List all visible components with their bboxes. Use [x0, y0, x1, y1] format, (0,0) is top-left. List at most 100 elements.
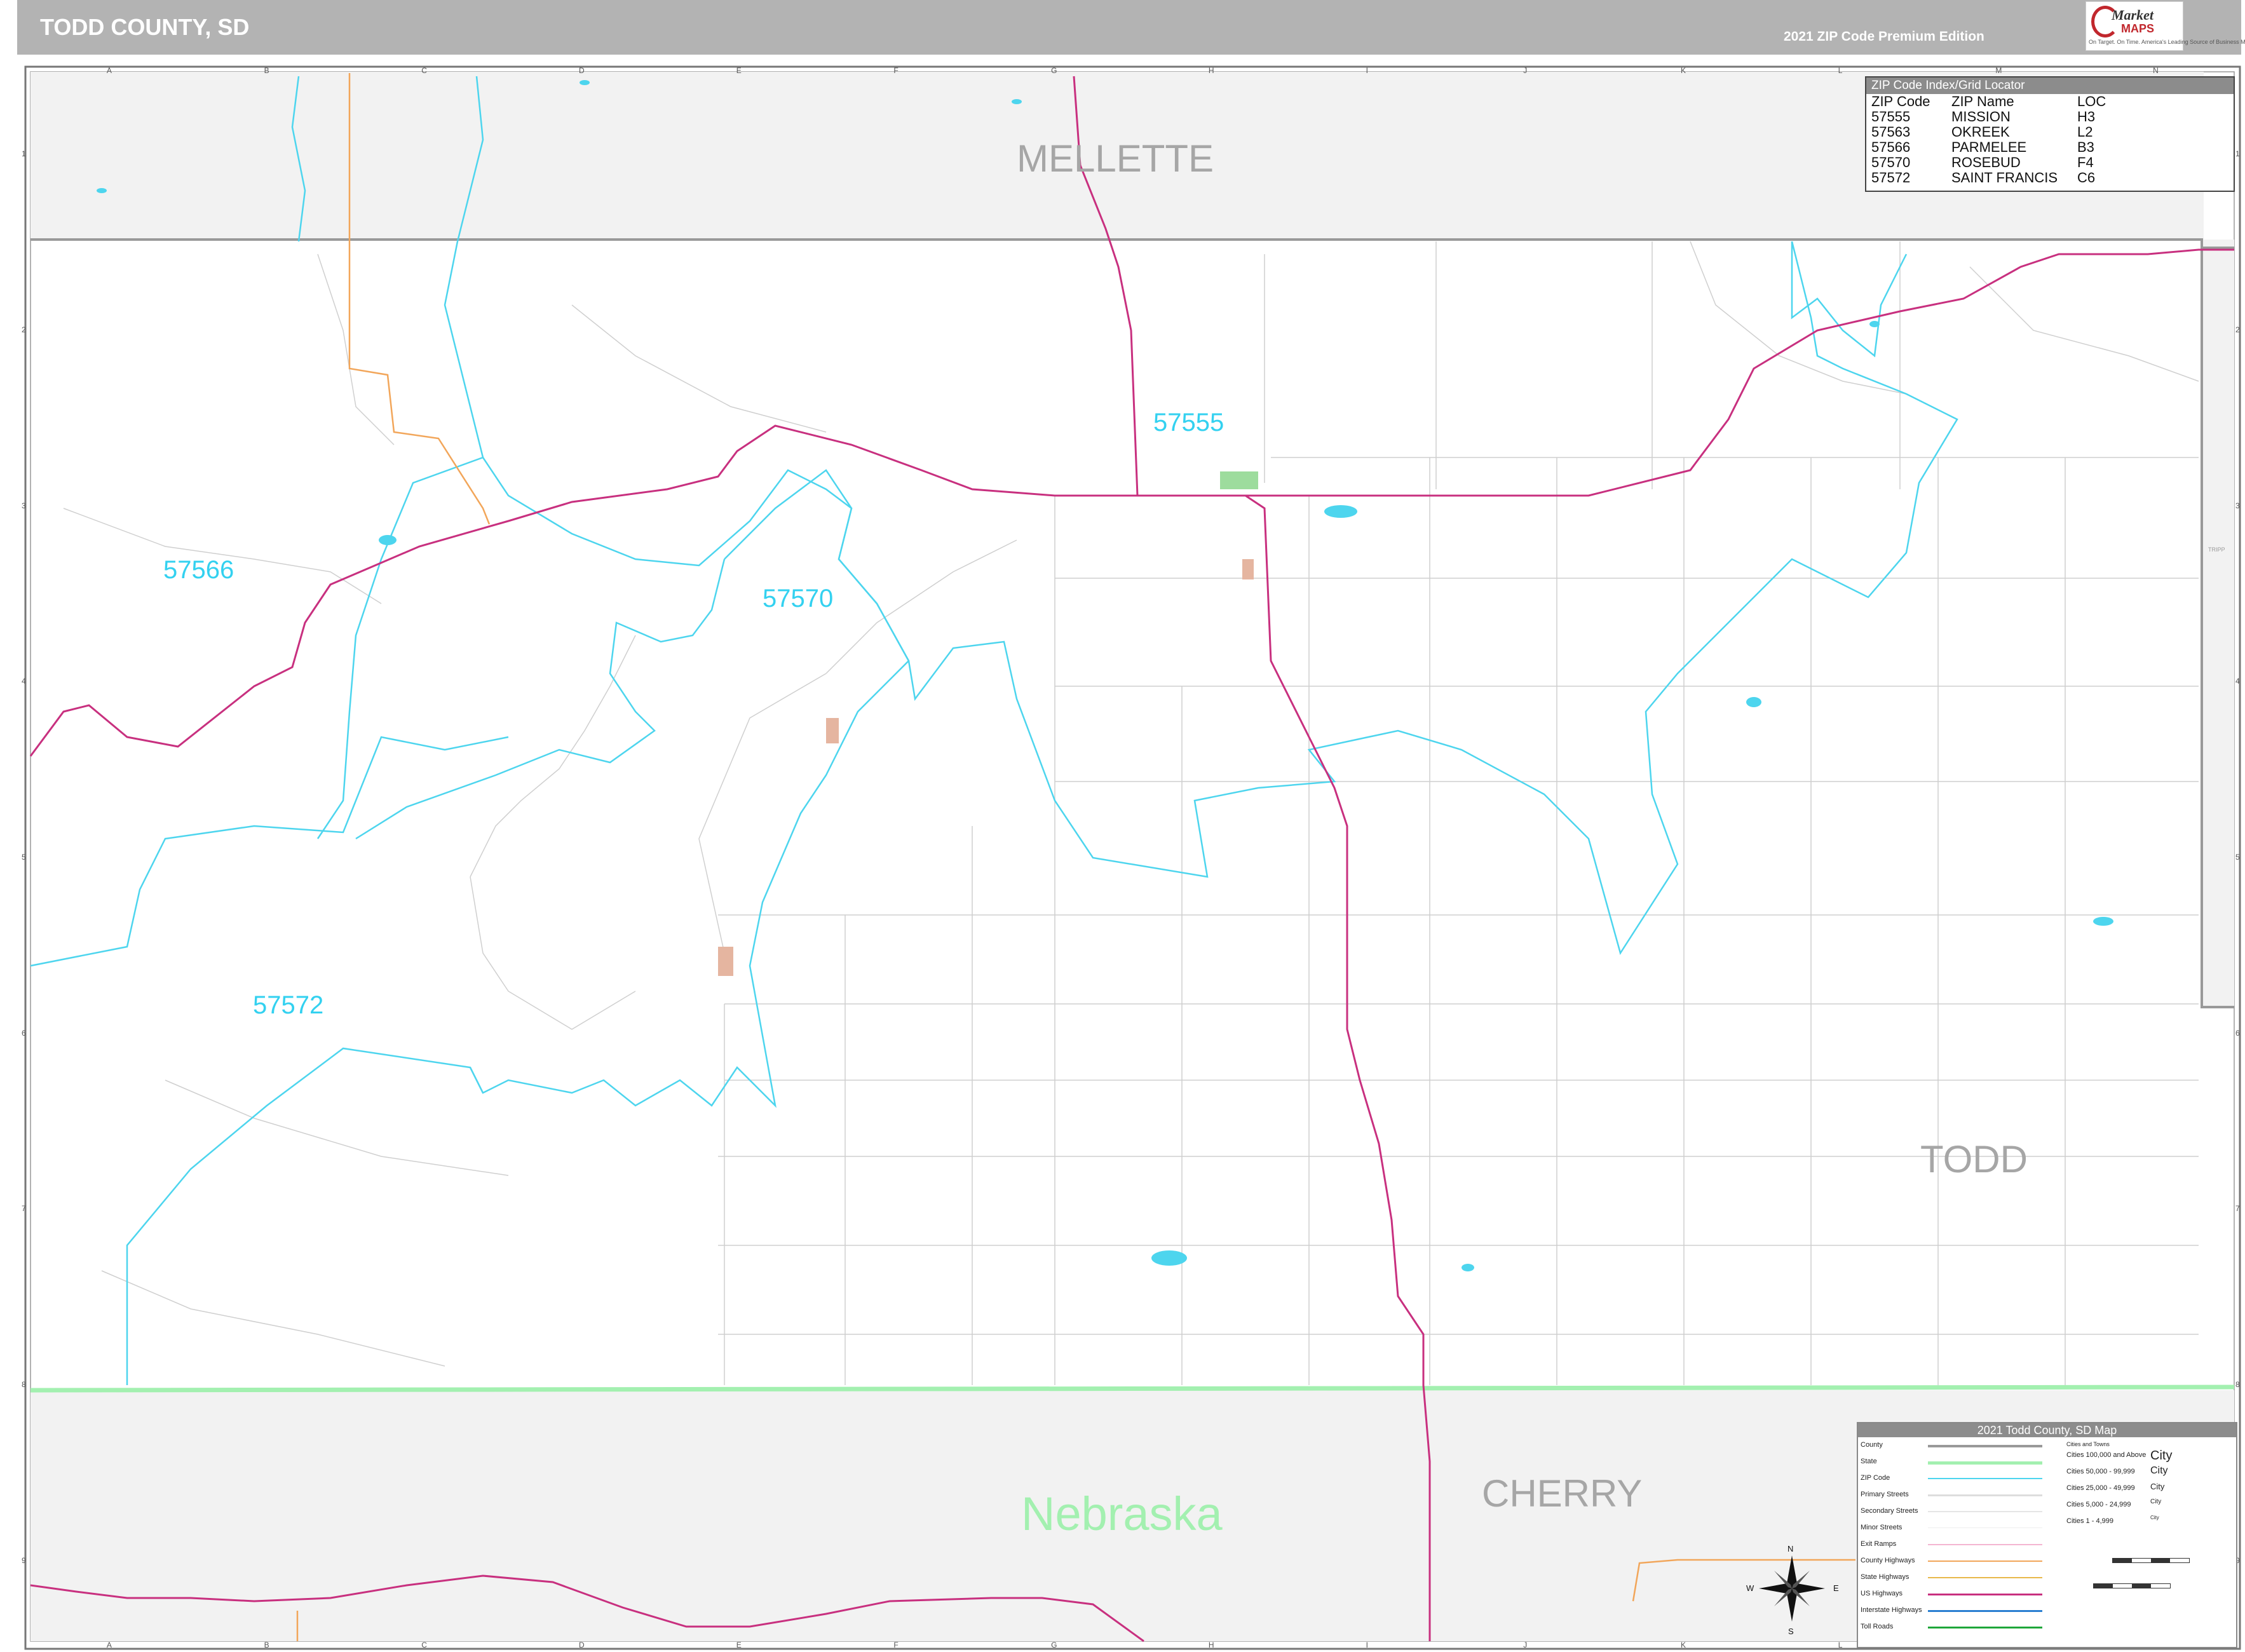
lake-3 — [1746, 697, 1761, 707]
zip-label-57566[interactable]: 57566 — [163, 556, 234, 585]
table-row[interactable]: 57555 MISSION H3 — [1869, 109, 2108, 125]
mission-town — [1220, 471, 1258, 489]
county-label-todd: TODD — [1920, 1138, 2028, 1181]
grid-column-label: G — [1051, 66, 1057, 75]
grid-column-label: N — [2153, 66, 2159, 75]
grid-row-label: 1 — [22, 149, 26, 159]
grid-column-label: M — [1995, 66, 2002, 75]
legend-item-label: County — [1861, 1441, 1883, 1449]
grid-row-label: 8 — [2235, 1380, 2240, 1389]
grid-row-label: 7 — [2235, 1204, 2240, 1214]
grid-row-label: 5 — [2235, 853, 2240, 862]
zip-col-header: ZIP Code — [1871, 93, 1930, 109]
lake-6 — [1462, 1264, 1474, 1271]
legend-swatch — [1928, 1527, 2042, 1528]
grid-column-label: F — [893, 66, 899, 75]
legend-swatch — [1928, 1594, 2042, 1595]
legend-city-sample: City — [2150, 1449, 2173, 1463]
legend-city-class: Cities 1 - 4,999 — [2066, 1517, 2113, 1525]
legend-city-class: Cities 25,000 - 49,999 — [2066, 1484, 2135, 1492]
zip-name-cell: ROSEBUD — [1951, 154, 2021, 170]
grid-column-label: H — [1208, 1641, 1214, 1649]
lake-7 — [97, 188, 107, 193]
loc-cell: B3 — [2077, 139, 2094, 155]
table-row[interactable]: 57563 OKREEK L2 — [1869, 125, 2108, 140]
grid-row-label: 1 — [2235, 149, 2240, 159]
grid-row-label: 6 — [2235, 1028, 2240, 1038]
map-canvas[interactable] — [0, 0, 2245, 1652]
legend-city-sample: City — [2150, 1515, 2159, 1520]
state-boundary — [30, 1385, 2235, 1393]
legend-item-label: County Highways — [1861, 1557, 1915, 1564]
zip-cell: 57563 — [1871, 124, 1911, 140]
scale-bar-miles — [2093, 1583, 2171, 1588]
legend-item-label: Exit Ramps — [1861, 1540, 1897, 1548]
zip-label-57572[interactable]: 57572 — [253, 991, 323, 1020]
legend-swatch — [1928, 1627, 2042, 1628]
legend-item-label: State — [1861, 1458, 1877, 1465]
compass-e-label: E — [1833, 1583, 1839, 1593]
compass-n-label: N — [1787, 1544, 1794, 1554]
map-legend: 2021 Todd County, SD Map County State ZIP … — [1857, 1422, 2237, 1648]
grid-column-label: A — [106, 1641, 112, 1649]
county-label-cherry: CHERRY — [1482, 1472, 1643, 1515]
grid-column-label: B — [264, 1641, 269, 1649]
grid-column-label: K — [1681, 1641, 1686, 1649]
legend-swatch — [1928, 1478, 2042, 1479]
legend-item-label: US Highways — [1861, 1590, 1903, 1597]
legend-city-class: Cities 50,000 - 99,999 — [2066, 1468, 2135, 1475]
legend-swatch — [1928, 1445, 2042, 1447]
loc-cell: F4 — [2077, 154, 2094, 170]
grid-column-label: K — [1681, 66, 1686, 75]
zip-name-col-header: ZIP Name — [1951, 93, 2014, 109]
legend-swatch — [1928, 1461, 2042, 1465]
legend-item-label: State Highways — [1861, 1573, 1909, 1581]
zip-cell: 57566 — [1871, 139, 1911, 155]
loc-cell: C6 — [2077, 170, 2096, 186]
lake-2 — [1324, 505, 1357, 518]
grid-column-label: J — [1523, 1641, 1528, 1649]
lake-9 — [1012, 99, 1022, 104]
table-row[interactable]: 57570 ROSEBUD F4 — [1869, 155, 2108, 170]
table-row[interactable]: 57572 SAINT FRANCIS C6 — [1869, 170, 2108, 186]
compass-s-label: S — [1788, 1627, 1794, 1636]
legend-city-sample: City — [2150, 1465, 2168, 1476]
grid-column-label: L — [1838, 66, 1843, 75]
compass-w-label: W — [1746, 1583, 1754, 1593]
st-francis-town — [718, 947, 733, 976]
legend-city-sample: City — [2150, 1482, 2165, 1491]
loc-cell: L2 — [2077, 124, 2093, 140]
legend-swatch — [1928, 1511, 2042, 1512]
grid-column-label: C — [421, 1641, 427, 1649]
grid-column-label: D — [579, 1641, 585, 1649]
grid-column-label: L — [1838, 1641, 1843, 1649]
legend-city-class: Cities 5,000 - 24,999 — [2066, 1501, 2131, 1508]
grid-column-label: D — [579, 66, 585, 75]
grid-column-label: G — [1051, 1641, 1057, 1649]
state-label-nebraska: Nebraska — [1021, 1487, 1223, 1540]
zip-label-57570[interactable]: 57570 — [763, 585, 833, 613]
grid-row-label: 7 — [22, 1204, 26, 1214]
county-label-mellette: MELLETTE — [1017, 137, 1214, 180]
legend-swatch — [1928, 1544, 2042, 1545]
zip-index-grid: ZIP Code ZIP Name LOC 57555 MISSION H3 5… — [1869, 94, 2108, 186]
zip-label-57555[interactable]: 57555 — [1153, 409, 1224, 437]
grid-row-label: 4 — [2235, 677, 2240, 686]
table-row[interactable]: 57566 PARMELEE B3 — [1869, 140, 2108, 155]
grid-column-label: I — [1366, 1641, 1368, 1649]
rosebud-town — [826, 718, 839, 743]
zip-name-cell: PARMELEE — [1951, 139, 2027, 155]
legend-swatch — [1928, 1494, 2042, 1496]
zip-name-cell: SAINT FRANCIS — [1951, 170, 2058, 186]
zip-cell: 57572 — [1871, 170, 1911, 186]
lake-10 — [1869, 321, 1880, 327]
grid-row-label: 2 — [2235, 325, 2240, 334]
grid-column-label: J — [1523, 66, 1528, 75]
scale-bar-km — [2112, 1558, 2190, 1563]
legend-swatch — [1928, 1577, 2042, 1578]
legend-title: 2021 Todd County, SD Map — [1858, 1423, 2236, 1437]
tripp-county-area — [2202, 240, 2234, 1007]
lake-8 — [580, 80, 590, 85]
zip-index-title: ZIP Code Index/Grid Locator — [1866, 78, 2234, 94]
grid-row-label: 6 — [22, 1028, 26, 1038]
